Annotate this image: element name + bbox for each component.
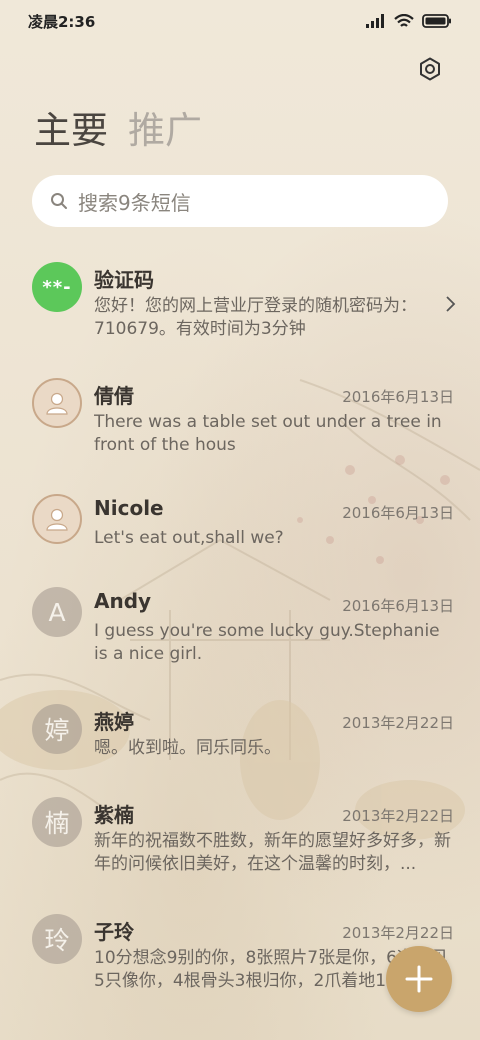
- conversation-preview: There was a table set out under a tree i…: [94, 412, 442, 455]
- person-icon: [46, 508, 68, 531]
- person-icon: [46, 392, 68, 415]
- conversation-name: Nicole: [94, 496, 164, 520]
- tab-primary[interactable]: 主要: [34, 106, 108, 156]
- plus-icon: [405, 965, 433, 993]
- compose-button[interactable]: [386, 946, 452, 1012]
- conversation-name: 燕婷: [94, 710, 134, 734]
- conversation-name: 紫楠: [94, 803, 134, 827]
- status-icons: [366, 13, 452, 29]
- status-bar: 凌晨2:36: [0, 0, 480, 42]
- conversation-preview: 嗯。收到啦。同乐同乐。: [94, 738, 281, 758]
- conversation-preview: 新年的祝福数不胜数，新年的愿望好多好多，新年的问候依旧美好，在这个温馨的时刻，.…: [94, 831, 451, 874]
- conversation-date: 2016年6月13日: [342, 388, 454, 406]
- chevron-right-icon[interactable]: [440, 294, 460, 314]
- signal-icon: [366, 14, 384, 28]
- avatar: 楠: [32, 797, 82, 847]
- avatar: 婷: [32, 704, 82, 754]
- category-tabs: 主要 推广: [34, 106, 202, 156]
- conversation-date: 2016年6月13日: [342, 597, 454, 615]
- gear-icon: [420, 57, 440, 81]
- status-time: 凌晨2:36: [28, 12, 96, 31]
- conversation-preview: I guess you're some lucky guy.Stephanie …: [94, 621, 440, 664]
- tab-promotions[interactable]: 推广: [128, 106, 202, 156]
- avatar: **-: [32, 262, 82, 312]
- conversation-name: 验证码: [94, 268, 154, 292]
- avatar: A: [32, 587, 82, 637]
- conversation-date: 2016年6月13日: [342, 504, 454, 522]
- conversation-preview: Let's eat out,shall we?: [94, 528, 284, 548]
- avatar: 玲: [32, 914, 82, 964]
- conversation-item[interactable]: 倩倩 2016年6月13日 There was a table set out …: [0, 366, 480, 472]
- conversation-name: 倩倩: [94, 384, 134, 408]
- conversation-date: 2013年2月22日: [342, 807, 454, 825]
- avatar: [32, 494, 82, 544]
- conversation-date: 2013年2月22日: [342, 714, 454, 732]
- conversation-date: 2013年2月22日: [342, 924, 454, 942]
- search-placeholder: 搜索9条短信: [78, 190, 191, 215]
- conversation-name: 子玲: [94, 920, 134, 944]
- search-icon: [51, 193, 67, 209]
- conversation-item[interactable]: 婷 燕婷 2013年2月22日 嗯。收到啦。同乐同乐。: [0, 692, 480, 774]
- search-input[interactable]: 搜索9条短信: [32, 175, 448, 227]
- conversation-item[interactable]: Nicole 2016年6月13日 Let's eat out,shall we…: [0, 482, 480, 564]
- settings-button[interactable]: [414, 53, 446, 85]
- conversation-item[interactable]: **- 验证码 您好！您的网上营业厅登录的随机密码为：710679。有效时间为3…: [0, 250, 480, 356]
- conversation-item[interactable]: 楠 紫楠 2013年2月22日 新年的祝福数不胜数，新年的愿望好多好多，新年的问…: [0, 785, 480, 891]
- battery-icon: [422, 14, 451, 28]
- wifi-icon: [394, 13, 414, 27]
- avatar: [32, 378, 82, 428]
- conversation-name: Andy: [94, 589, 152, 613]
- conversation-item[interactable]: A Andy 2016年6月13日 I guess you're some lu…: [0, 575, 480, 681]
- conversation-preview: 您好！您的网上营业厅登录的随机密码为：710679。有效时间为3分钟: [94, 296, 417, 339]
